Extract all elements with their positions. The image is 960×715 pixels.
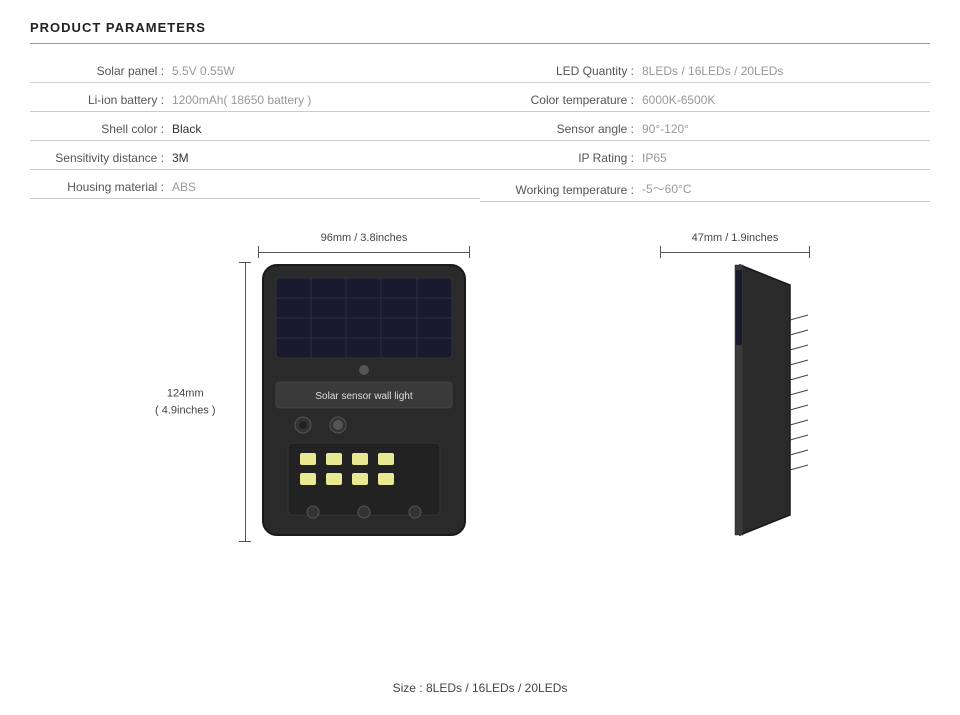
param-value: -5～60°C bbox=[640, 180, 930, 197]
side-width-measurement: 47mm / 1.9inches bbox=[660, 232, 810, 260]
svg-text:Solar sensor wall light: Solar sensor wall light bbox=[315, 391, 412, 402]
param-row: Solar panel : 5.5V 0.55W bbox=[30, 64, 480, 83]
param-label: Sensitivity distance : bbox=[30, 151, 170, 165]
param-value: 5.5V 0.55W bbox=[170, 64, 480, 78]
params-col-right: LED Quantity : 8LEDs / 16LEDs / 20LEDs C… bbox=[480, 64, 930, 212]
param-row: IP Rating : IP65 bbox=[480, 151, 930, 170]
param-value: 1200mAh( 18650 battery ) bbox=[170, 93, 480, 107]
param-row: Sensor angle : 90°-120° bbox=[480, 122, 930, 141]
param-row: Working temperature : -5～60°C bbox=[480, 180, 930, 202]
product-drawing-area: 96mm / 3.8inches 47mm / 1.9inches 124mm … bbox=[30, 232, 930, 542]
param-value: 3M bbox=[170, 151, 480, 165]
param-value: ABS bbox=[170, 180, 480, 194]
params-col-left: Solar panel : 5.5V 0.55W Li-ion battery … bbox=[30, 64, 480, 212]
side-product-image bbox=[660, 260, 810, 540]
height-label: 124mm bbox=[167, 388, 204, 400]
front-product-image: Solar sensor wall light bbox=[258, 260, 470, 540]
param-value: IP65 bbox=[640, 151, 930, 165]
height-sub-label: ( 4.9inches ) bbox=[155, 404, 216, 416]
param-label: Sensor angle : bbox=[480, 122, 640, 136]
param-label: Color temperature : bbox=[480, 93, 640, 107]
param-value: Black bbox=[170, 122, 480, 136]
width-measurement: 96mm / 3.8inches bbox=[258, 232, 470, 260]
param-value: 6000K-6500K bbox=[640, 93, 930, 107]
param-label: Shell color : bbox=[30, 122, 170, 136]
side-width-label: 47mm / 1.9inches bbox=[660, 232, 810, 244]
param-row: Sensitivity distance : 3M bbox=[30, 151, 480, 170]
param-row: Shell color : Black bbox=[30, 122, 480, 141]
param-label: IP Rating : bbox=[480, 151, 640, 165]
param-label: Housing material : bbox=[30, 180, 170, 194]
bottom-caption: Size : 8LEDs / 16LEDs / 20LEDs bbox=[0, 681, 960, 695]
param-value: 90°-120° bbox=[640, 122, 930, 136]
param-row: Li-ion battery : 1200mAh( 18650 battery … bbox=[30, 93, 480, 112]
param-row: Housing material : ABS bbox=[30, 180, 480, 199]
param-value: 8LEDs / 16LEDs / 20LEDs bbox=[640, 64, 930, 78]
param-label: Solar panel : bbox=[30, 64, 170, 78]
param-row: Color temperature : 6000K-6500K bbox=[480, 93, 930, 112]
section-title: PRODUCT PARAMETERS bbox=[30, 20, 930, 44]
width-label: 96mm / 3.8inches bbox=[258, 232, 470, 244]
param-label: LED Quantity : bbox=[480, 64, 640, 78]
params-container: Solar panel : 5.5V 0.55W Li-ion battery … bbox=[30, 64, 930, 212]
param-label: Li-ion battery : bbox=[30, 93, 170, 107]
param-label: Working temperature : bbox=[480, 183, 640, 197]
param-row: LED Quantity : 8LEDs / 16LEDs / 20LEDs bbox=[480, 64, 930, 83]
